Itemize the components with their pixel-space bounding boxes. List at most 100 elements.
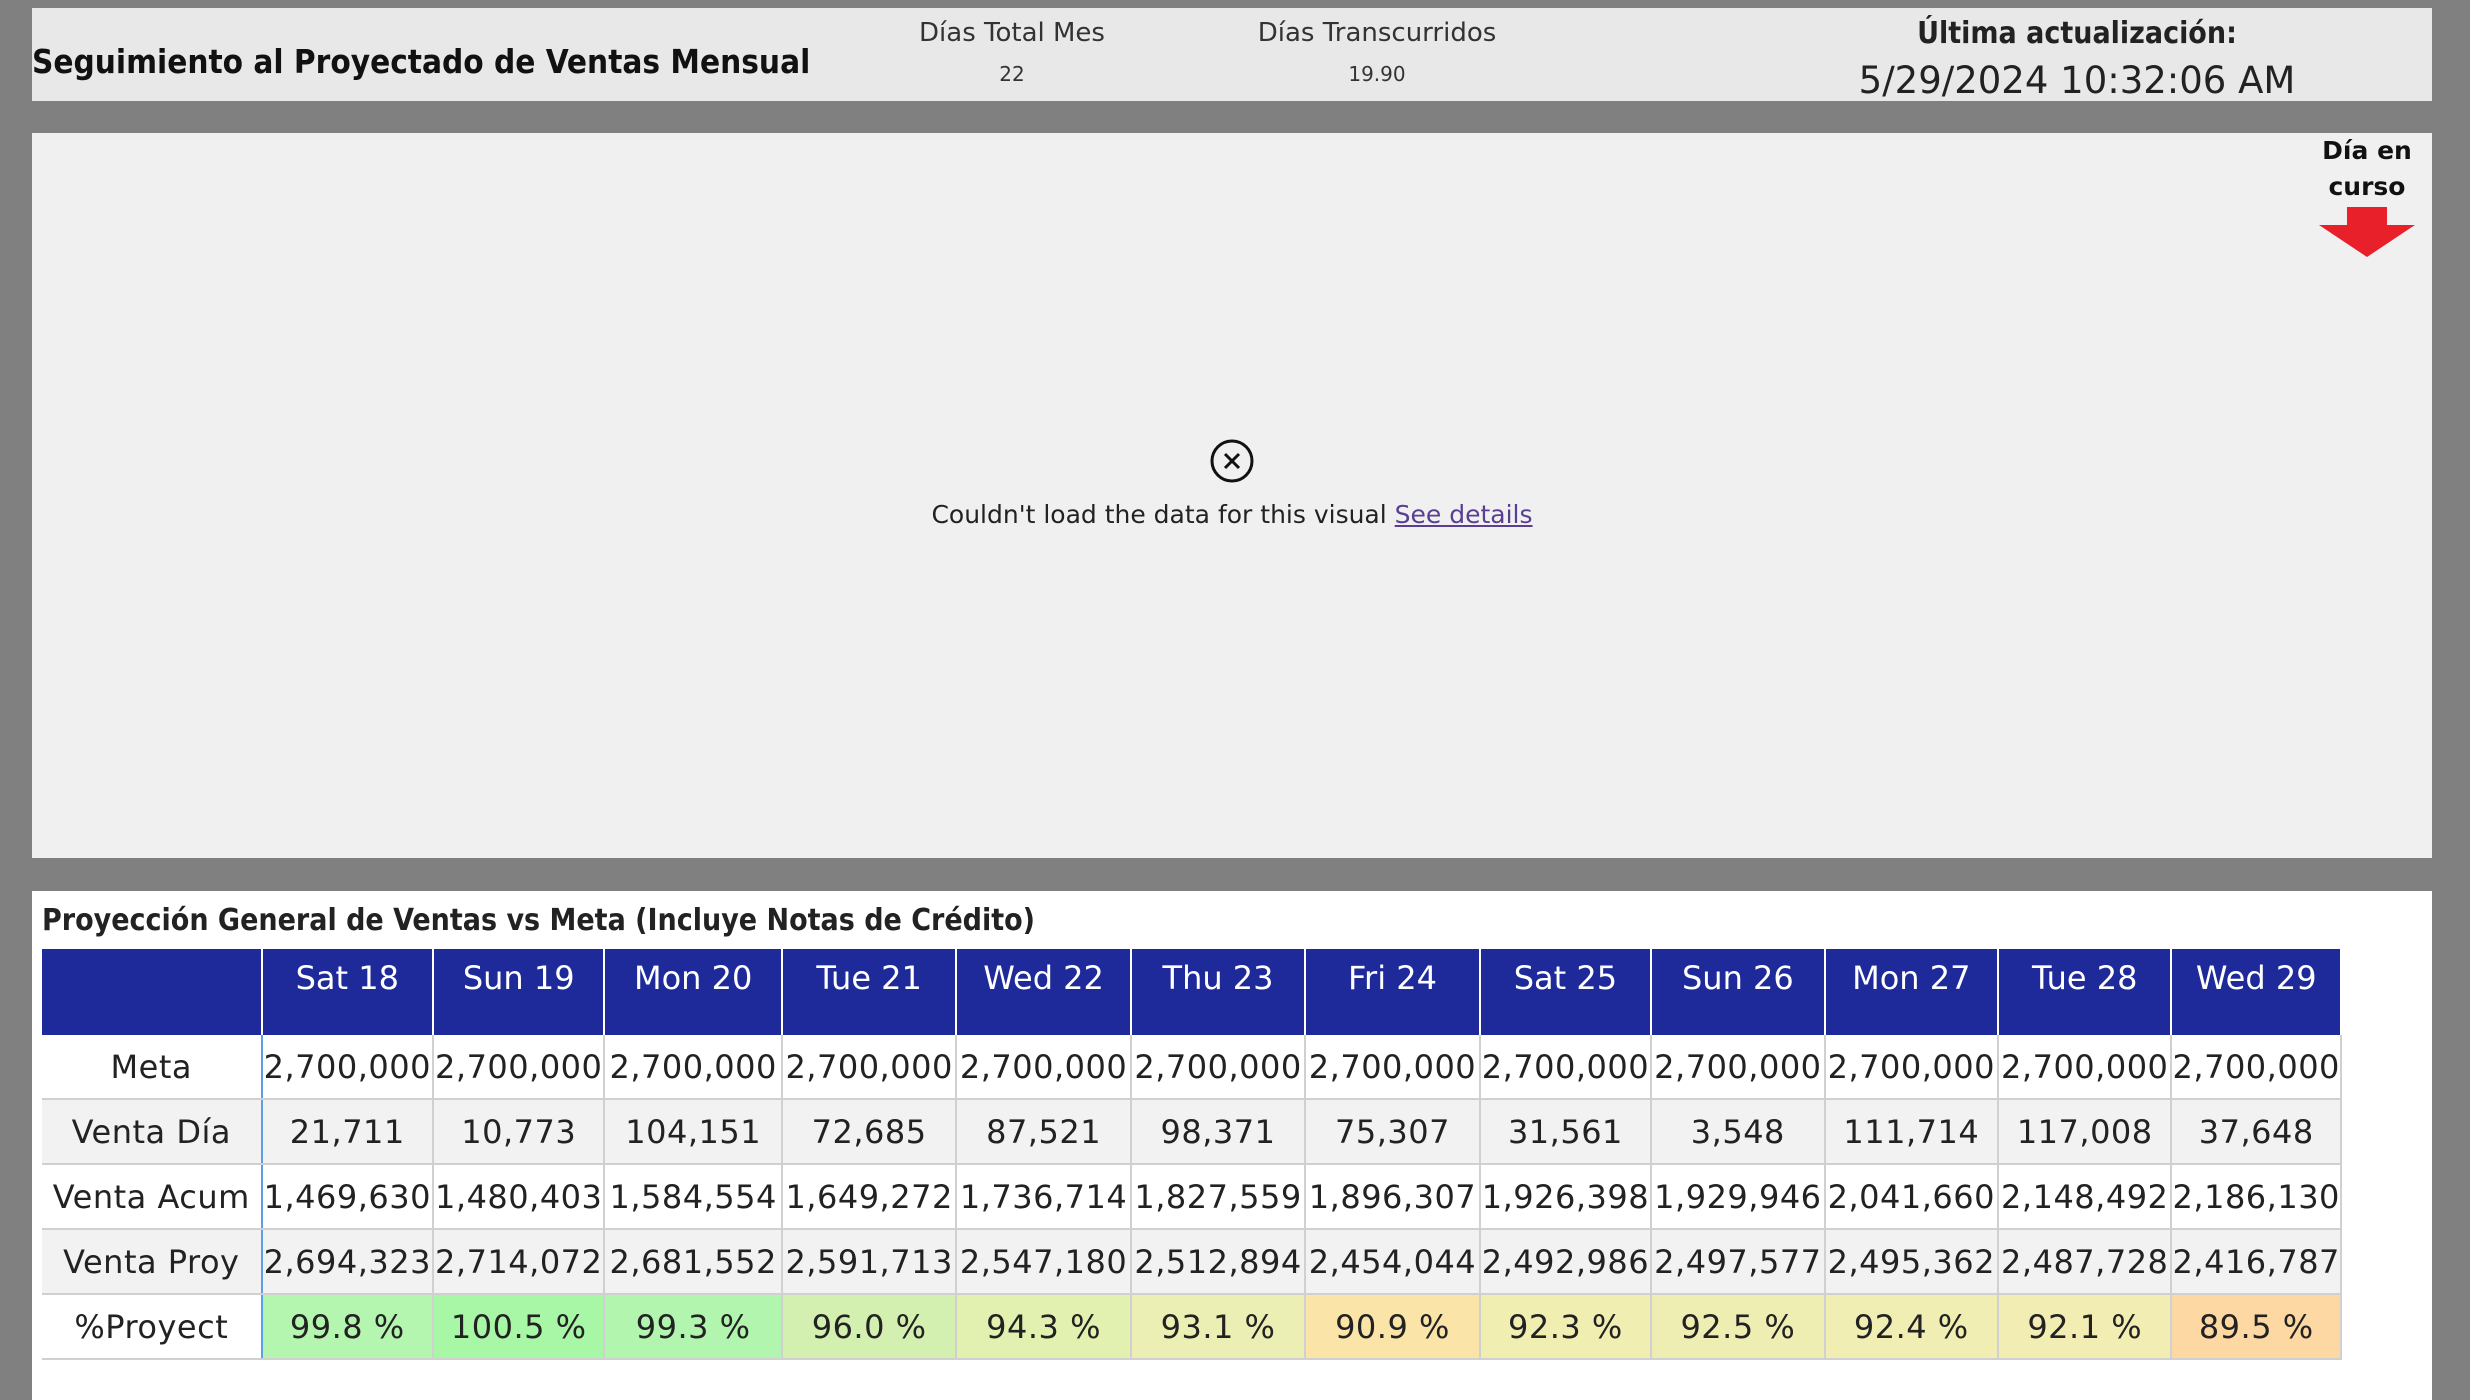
- table-cell: 92.5 %: [1651, 1294, 1826, 1360]
- table-cell: 111,714: [1824, 1099, 2000, 1165]
- table-cell: 90.9 %: [1305, 1294, 1481, 1360]
- table-cell: 1,896,307: [1305, 1164, 1481, 1230]
- last-update-value: 5/29/2024 10:32:06 AM: [1858, 59, 2296, 102]
- row-label: Venta Proy: [42, 1229, 263, 1295]
- table-cell: 1,736,714: [956, 1164, 1132, 1230]
- kpi-dias-total-label: Días Total Mes: [919, 18, 1105, 48]
- column-header[interactable]: Sat 18: [261, 949, 435, 1035]
- table-cell: 31,561: [1479, 1099, 1653, 1165]
- table-row: Meta 2,700,000 2,700,000 2,700,000 2,700,000…: [42, 1035, 2342, 1100]
- see-details-link[interactable]: See details: [1395, 500, 1533, 529]
- table-cell: 2,700,000: [956, 1035, 1132, 1100]
- table-header-corner: [42, 949, 263, 1035]
- table-cell: 3,548: [1651, 1099, 1826, 1165]
- current-day-label-line1: Día en: [2322, 136, 2412, 165]
- table-cell: 89.5 %: [2171, 1294, 2342, 1360]
- table-title: Proyección General de Ventas vs Meta (In…: [42, 903, 1036, 938]
- table-cell: 117,008: [1998, 1099, 2173, 1165]
- table-row: Venta Acum 1,469,630 1,480,403 1,584,554 1,6…: [42, 1164, 2342, 1230]
- table-cell: 2,700,000: [1479, 1035, 1653, 1100]
- chart-visual[interactable]: Día en curso Couldn't load the data for …: [32, 133, 2432, 858]
- table-cell: 1,926,398: [1479, 1164, 1653, 1230]
- current-day-marker: Día en curso: [2287, 133, 2447, 257]
- kpi-dias-total: Días Total Mes 22: [862, 18, 1162, 86]
- kpi-dias-transcurridos-value: 19.90: [1348, 62, 1406, 86]
- column-header[interactable]: Sat 25: [1479, 949, 1653, 1035]
- table-cell: 75,307: [1305, 1099, 1481, 1165]
- table-cell: 2,454,044: [1305, 1229, 1481, 1295]
- table-row: Venta Día 21,711 10,773 104,151 72,685 87,521…: [42, 1099, 2342, 1165]
- table-row: %Proyect 99.8 % 100.5 % 99.3 % 96.0 % 94.3 % 9…: [42, 1294, 2342, 1360]
- column-header[interactable]: Tue 28: [1998, 949, 2173, 1035]
- table-cell: 1,584,554: [604, 1164, 783, 1230]
- current-day-label-line2: curso: [2328, 172, 2406, 201]
- last-update: Última actualización: 5/29/2024 10:32:06…: [1852, 16, 2302, 102]
- table-cell: 94.3 %: [956, 1294, 1132, 1360]
- table-cell: 2,512,894: [1130, 1229, 1307, 1295]
- table-cell: 2,547,180: [956, 1229, 1132, 1295]
- table-cell: 2,700,000: [1130, 1035, 1307, 1100]
- error-message-box: Couldn't load the data for this visual S…: [32, 438, 2432, 529]
- table-cell: 2,041,660: [1824, 1164, 2000, 1230]
- error-text: Couldn't load the data for this visual S…: [32, 500, 2432, 529]
- table-cell: 10,773: [433, 1099, 606, 1165]
- column-header[interactable]: Sun 26: [1651, 949, 1826, 1035]
- column-header[interactable]: Wed 29: [2171, 949, 2342, 1035]
- kpi-dias-transcurridos: Días Transcurridos 19.90: [1212, 18, 1542, 86]
- table-cell: 2,700,000: [604, 1035, 783, 1100]
- table-cell: 72,685: [781, 1099, 958, 1165]
- column-header[interactable]: Mon 27: [1824, 949, 2000, 1035]
- column-header[interactable]: Sun 19: [433, 949, 606, 1035]
- column-header[interactable]: Tue 21: [781, 949, 958, 1035]
- table-cell: 2,487,728: [1998, 1229, 2173, 1295]
- current-day-label: Día en curso: [2287, 133, 2447, 205]
- table-cell: 37,648: [2171, 1099, 2342, 1165]
- table-cell: 2,186,130: [2171, 1164, 2342, 1230]
- table-cell: 1,469,630: [261, 1164, 435, 1230]
- table-cell: 2,700,000: [1824, 1035, 2000, 1100]
- table-cell: 96.0 %: [781, 1294, 958, 1360]
- table-cell: 1,827,559: [1130, 1164, 1307, 1230]
- row-label: %Proyect: [42, 1294, 263, 1360]
- last-update-label: Última actualización:: [1917, 16, 2237, 51]
- table-cell: 2,700,000: [261, 1035, 435, 1100]
- table-cell: 2,416,787: [2171, 1229, 2342, 1295]
- table-cell: 2,700,000: [433, 1035, 606, 1100]
- column-header[interactable]: Thu 23: [1130, 949, 1307, 1035]
- projection-table: Sat 18 Sun 19 Mon 20 Tue 21 Wed 22 Thu 23 Fri …: [42, 949, 2342, 1360]
- table-cell: 2,591,713: [781, 1229, 958, 1295]
- row-label: Meta: [42, 1035, 263, 1100]
- table-cell: 2,495,362: [1824, 1229, 2000, 1295]
- table-cell: 21,711: [261, 1099, 435, 1165]
- table-cell: 2,681,552: [604, 1229, 783, 1295]
- table-cell: 92.3 %: [1479, 1294, 1653, 1360]
- table-cell: 2,700,000: [781, 1035, 958, 1100]
- table-cell: 1,649,272: [781, 1164, 958, 1230]
- row-label: Venta Día: [42, 1099, 263, 1165]
- table-cell: 2,700,000: [1998, 1035, 2173, 1100]
- table-cell: 2,148,492: [1998, 1164, 2173, 1230]
- table-cell: 98,371: [1130, 1099, 1307, 1165]
- report-header: Seguimiento al Proyectado de Ventas Mens…: [32, 8, 2432, 102]
- down-arrow-icon: [2319, 207, 2415, 257]
- table-cell: 2,497,577: [1651, 1229, 1826, 1295]
- table-cell: 99.3 %: [604, 1294, 783, 1360]
- column-header[interactable]: Fri 24: [1305, 949, 1481, 1035]
- table-cell: 1,480,403: [433, 1164, 606, 1230]
- table-cell: 2,700,000: [2171, 1035, 2342, 1100]
- table-cell: 100.5 %: [433, 1294, 606, 1360]
- report-title: Seguimiento al Proyectado de Ventas Mens…: [32, 42, 811, 81]
- table-cell: 92.1 %: [1998, 1294, 2173, 1360]
- table-cell: 104,151: [604, 1099, 783, 1165]
- error-circle-x-icon: [1210, 439, 1254, 483]
- row-label: Venta Acum: [42, 1164, 263, 1230]
- table-cell: 2,694,323: [261, 1229, 435, 1295]
- projection-table-panel: Proyección General de Ventas vs Meta (In…: [32, 891, 2432, 1400]
- kpi-dias-total-value: 22: [999, 62, 1025, 86]
- column-header[interactable]: Wed 22: [956, 949, 1132, 1035]
- table-cell: 2,700,000: [1651, 1035, 1826, 1100]
- error-message: Couldn't load the data for this visual: [931, 500, 1387, 529]
- table-cell: 99.8 %: [261, 1294, 435, 1360]
- table-cell: 93.1 %: [1130, 1294, 1307, 1360]
- column-header[interactable]: Mon 20: [604, 949, 783, 1035]
